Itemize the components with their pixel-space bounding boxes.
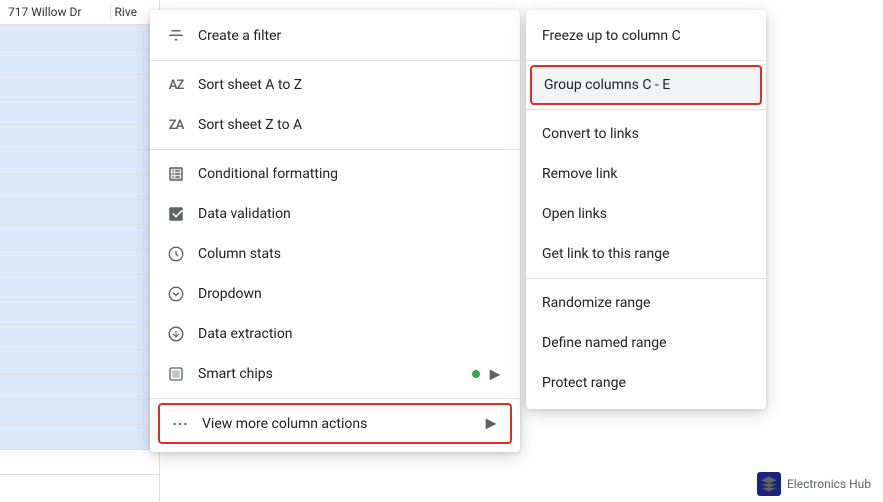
cell-row-11 [0,275,159,300]
column-stats-icon [166,244,186,264]
sub-divider-3 [526,278,766,279]
data-validation-icon [166,204,186,224]
sort-za-label: Sort sheet Z to A [198,117,504,133]
sub-menu-item-define-named[interactable]: Define named range [526,323,766,363]
menu-item-sort-za[interactable]: ZA Sort sheet Z to A [150,105,520,145]
cell-row-0: 717 Willow Dr Rive [0,0,159,25]
menu-item-data-validation[interactable]: Data validation [150,194,520,234]
smart-chips-icon [166,364,186,384]
freeze-col-c-label: Freeze up to column C [542,28,750,44]
menu-item-smart-chips[interactable]: Smart chips ► [150,354,520,394]
remove-link-label: Remove link [542,166,750,182]
data-validation-label: Data validation [198,206,504,222]
green-dot [472,370,480,378]
cell-row-10 [0,250,159,275]
randomize-label: Randomize range [542,295,750,311]
data-extraction-label: Data extraction [198,326,504,342]
menu-item-data-extraction[interactable]: Data extraction [150,314,520,354]
sub-menu-item-convert-links[interactable]: Convert to links [526,114,766,154]
conditional-formatting-icon [166,164,186,184]
cell-row-15 [0,375,159,400]
divider-3 [150,398,520,399]
filter-icon [166,26,186,46]
sub-menu-item-get-link[interactable]: Get link to this range [526,234,766,274]
cell-row-2 [0,50,159,75]
divider-1 [150,60,520,61]
dropdown-label: Dropdown [198,286,504,302]
cell-row-5 [0,125,159,150]
group-cols-label: Group columns C - E [544,77,748,93]
sub-context-menu: Freeze up to column C Group columns C - … [526,10,766,409]
sort-az-icon: AZ [166,75,186,95]
cell-row-8 [0,200,159,225]
cell-row-6 [0,150,159,175]
main-context-menu: Create a filter AZ Sort sheet A to Z ZA … [150,10,520,452]
menu-item-view-more[interactable]: View more column actions ► [158,403,512,444]
cell-row-7 [0,175,159,200]
sub-menu-item-remove-link[interactable]: Remove link [526,154,766,194]
cell-row-14 [0,350,159,375]
menu-item-sort-az[interactable]: AZ Sort sheet A to Z [150,65,520,105]
sub-menu-item-group-cols[interactable]: Group columns C - E [530,65,762,105]
sub-menu-item-freeze-col-c[interactable]: Freeze up to column C [526,16,766,56]
create-filter-label: Create a filter [198,28,504,44]
electronics-hub-footer: Electronics Hub [757,472,871,496]
cell-a0: 717 Willow Dr [4,5,111,19]
sort-za-icon: ZA [166,115,186,135]
sort-az-label: Sort sheet A to Z [198,77,504,93]
more-icon [170,414,190,434]
cell-row-16 [0,400,159,425]
open-links-label: Open links [542,206,750,222]
column-stats-label: Column stats [198,246,504,262]
smart-chips-arrow: ► [486,364,504,385]
sub-menu-item-protect-range[interactable]: Protect range [526,363,766,403]
smart-chips-right: ► [472,364,504,385]
cell-row-3 [0,75,159,100]
sub-divider-1 [526,60,766,61]
sub-menu-item-randomize[interactable]: Randomize range [526,283,766,323]
menu-item-column-stats[interactable]: Column stats [150,234,520,274]
view-more-label: View more column actions [202,416,470,432]
sub-menu-item-open-links[interactable]: Open links [526,194,766,234]
sub-divider-2 [526,109,766,110]
cell-row-9 [0,225,159,250]
electronics-hub-logo [757,472,781,496]
cell-area: 717 Willow Dr Rive [0,0,160,502]
dropdown-icon [166,284,186,304]
view-more-arrow: ► [482,413,500,434]
menu-item-dropdown[interactable]: Dropdown [150,274,520,314]
protect-range-label: Protect range [542,375,750,391]
cell-row-4 [0,100,159,125]
menu-item-create-filter[interactable]: Create a filter [150,16,520,56]
get-link-label: Get link to this range [542,246,750,262]
divider-2 [150,149,520,150]
convert-links-label: Convert to links [542,126,750,142]
cell-row-13 [0,325,159,350]
electronics-hub-label: Electronics Hub [787,477,871,491]
data-extraction-icon [166,324,186,344]
cell-row-1 [0,25,159,50]
conditional-formatting-label: Conditional formatting [198,166,504,182]
define-named-label: Define named range [542,335,750,351]
cell-row-17 [0,425,159,450]
cell-row-12 [0,300,159,325]
menu-item-conditional-formatting[interactable]: Conditional formatting [150,154,520,194]
cell-row-18 [0,450,159,475]
smart-chips-label: Smart chips [198,366,460,382]
